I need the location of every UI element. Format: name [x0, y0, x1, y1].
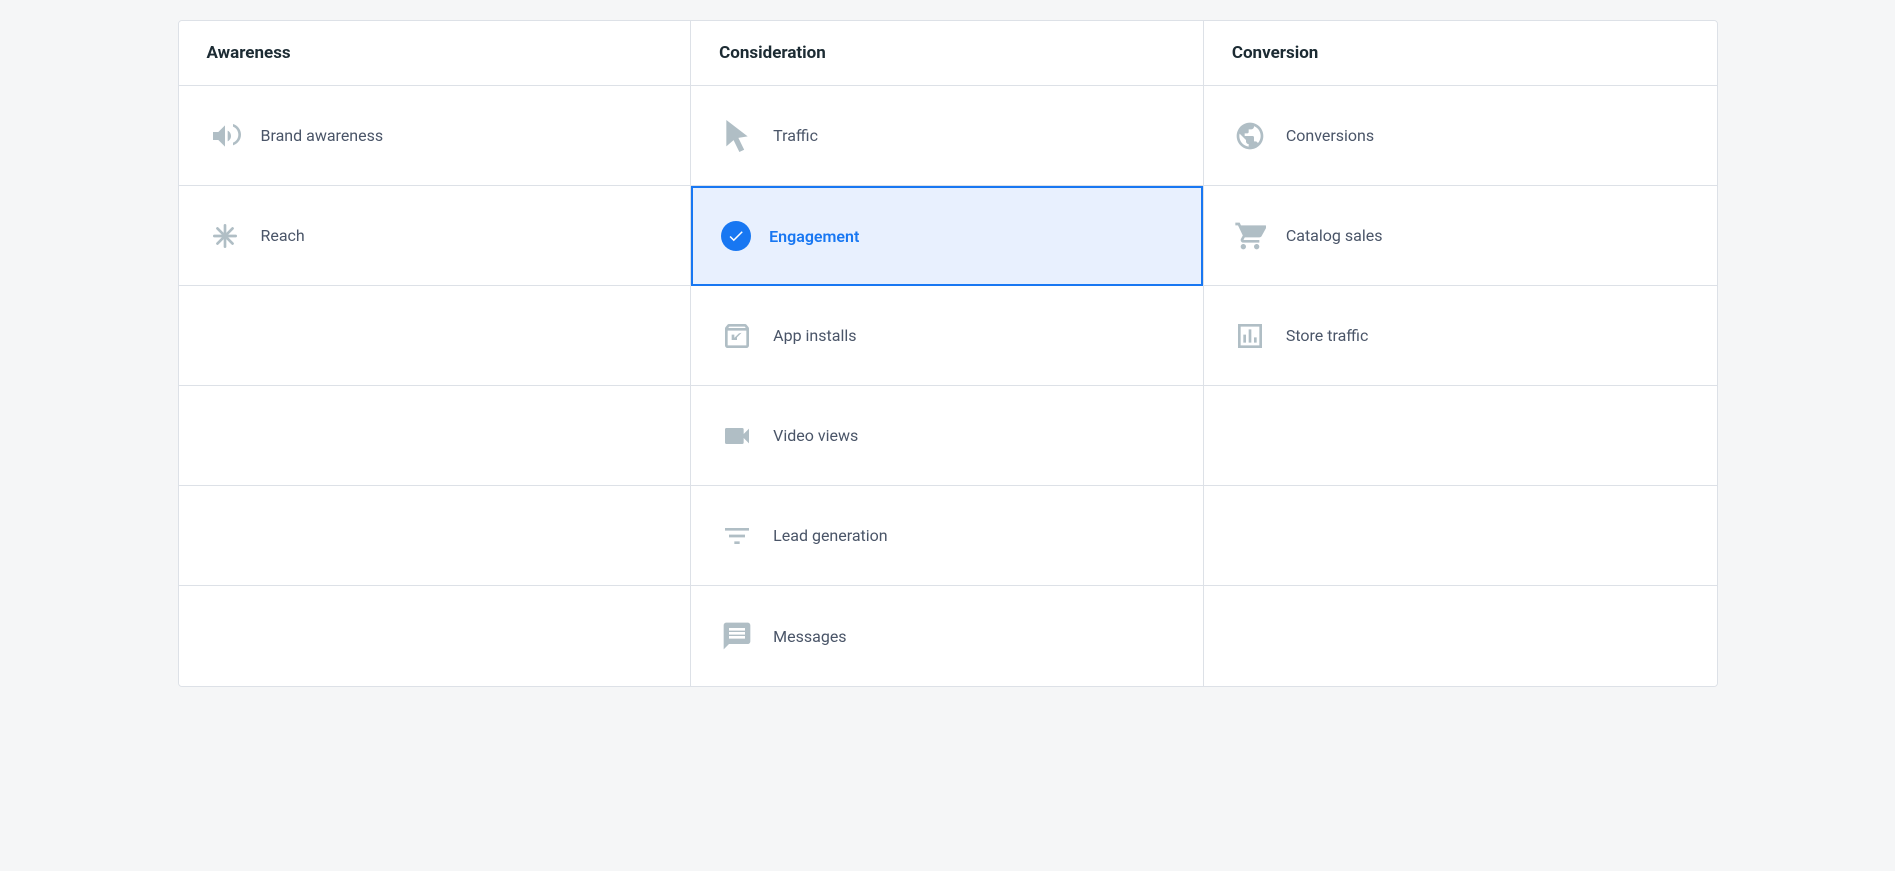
consideration-header: Consideration [691, 21, 1204, 86]
store-traffic-label: Store traffic [1286, 326, 1369, 345]
conversions-label: Conversions [1286, 126, 1374, 145]
awareness-empty-1 [179, 286, 691, 386]
campaign-objective-table: Awareness Consideration Conversion Brand… [178, 20, 1718, 687]
filter-icon [719, 518, 755, 554]
messages-icon [719, 618, 755, 654]
lead-generation-item[interactable]: Lead generation [691, 486, 1203, 586]
conversion-column: Conversions Catalog sales Store traffic [1204, 86, 1717, 686]
awareness-empty-2 [179, 386, 691, 486]
app-installs-label: App installs [773, 326, 856, 345]
brand-awareness-label: Brand awareness [261, 126, 384, 145]
conversion-header: Conversion [1204, 21, 1717, 86]
cart-icon [1232, 218, 1268, 254]
body-grid: Brand awareness Reach [179, 86, 1717, 686]
engagement-label: Engagement [769, 227, 859, 246]
video-views-item[interactable]: Video views [691, 386, 1203, 486]
cursor-icon [719, 118, 755, 154]
header-row: Awareness Consideration Conversion [179, 21, 1717, 86]
awareness-empty-4 [179, 586, 691, 686]
traffic-item[interactable]: Traffic [691, 86, 1203, 186]
messages-label: Messages [773, 627, 846, 646]
megaphone-icon [207, 118, 243, 154]
messages-item[interactable]: Messages [691, 586, 1203, 686]
store-traffic-item[interactable]: Store traffic [1204, 286, 1717, 386]
conversion-empty-3 [1204, 586, 1717, 686]
video-views-label: Video views [773, 426, 858, 445]
consideration-column: Traffic Engagement App installs [691, 86, 1204, 686]
lead-generation-label: Lead generation [773, 526, 887, 545]
store-icon [1232, 318, 1268, 354]
catalog-sales-label: Catalog sales [1286, 226, 1383, 245]
conversion-empty-2 [1204, 486, 1717, 586]
check-circle-icon [721, 221, 751, 251]
awareness-empty-3 [179, 486, 691, 586]
awareness-header: Awareness [179, 21, 692, 86]
engagement-item[interactable]: Engagement [691, 186, 1203, 286]
reach-icon [207, 218, 243, 254]
conversion-empty-1 [1204, 386, 1717, 486]
awareness-column: Brand awareness Reach [179, 86, 692, 686]
reach-label: Reach [261, 226, 305, 245]
brand-awareness-item[interactable]: Brand awareness [179, 86, 691, 186]
catalog-sales-item[interactable]: Catalog sales [1204, 186, 1717, 286]
traffic-label: Traffic [773, 126, 818, 145]
box-icon [719, 318, 755, 354]
app-installs-item[interactable]: App installs [691, 286, 1203, 386]
globe-icon [1232, 118, 1268, 154]
video-icon [719, 418, 755, 454]
reach-item[interactable]: Reach [179, 186, 691, 286]
conversions-item[interactable]: Conversions [1204, 86, 1717, 186]
